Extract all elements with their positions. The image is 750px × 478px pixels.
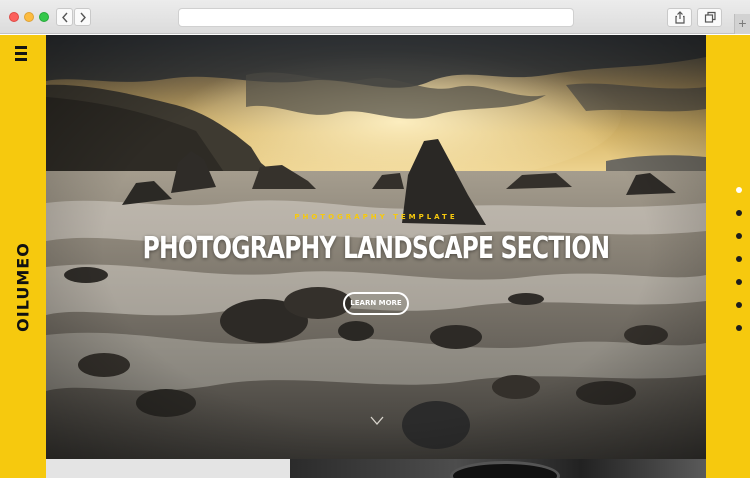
tabs-icon: [704, 11, 716, 23]
next-section-preview: [46, 459, 706, 478]
back-button[interactable]: [56, 8, 73, 26]
left-sidebar: OILUMEO: [0, 35, 46, 478]
preview-image-left: [46, 459, 290, 478]
hero-title: PHOTOGRAPHY LANDSCAPE SECTION: [142, 231, 610, 266]
pager-dot[interactable]: [736, 325, 742, 331]
hero-kicker: PHOTOGRAPHY TEMPLATE: [294, 213, 458, 221]
minimize-window-button[interactable]: [24, 12, 34, 22]
browser-toolbar: +: [0, 0, 750, 34]
section-pager: [736, 187, 742, 348]
address-bar[interactable]: [178, 8, 574, 27]
chevron-down-icon[interactable]: [370, 416, 384, 426]
forward-button[interactable]: [74, 8, 91, 26]
show-tabs-button[interactable]: [697, 8, 722, 27]
pager-dot[interactable]: [736, 302, 742, 308]
right-sidebar: [706, 35, 750, 478]
new-tab-button[interactable]: +: [734, 14, 750, 34]
close-window-button[interactable]: [9, 12, 19, 22]
pager-dot[interactable]: [736, 279, 742, 285]
hero-section: PHOTOGRAPHY TEMPLATE PHOTOGRAPHY LANDSCA…: [46, 35, 706, 459]
site-logo[interactable]: OILUMEO: [14, 242, 33, 332]
maximize-window-button[interactable]: [39, 12, 49, 22]
share-button[interactable]: [667, 8, 692, 27]
pager-dot[interactable]: [736, 187, 742, 193]
chevron-left-icon: [62, 12, 68, 23]
pager-dot[interactable]: [736, 256, 742, 262]
learn-more-button[interactable]: LEARN MORE: [343, 292, 409, 315]
pager-dot[interactable]: [736, 210, 742, 216]
preview-image-right: [290, 459, 706, 478]
share-icon: [675, 11, 685, 24]
hamburger-icon[interactable]: [15, 46, 31, 64]
pager-dot[interactable]: [736, 233, 742, 239]
chevron-right-icon: [80, 12, 86, 23]
